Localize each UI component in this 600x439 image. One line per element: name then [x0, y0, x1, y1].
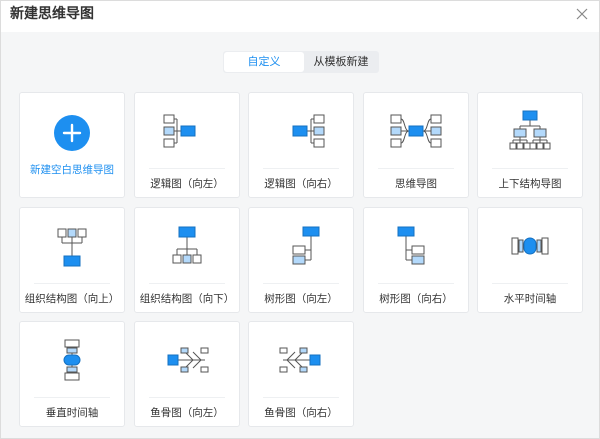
card-label: 逻辑图（向右） — [264, 178, 338, 190]
card-label: 组织结构图（向上） — [24, 293, 120, 305]
fishbone-left-icon — [167, 347, 209, 373]
horizontal-timeline-icon — [511, 237, 549, 255]
card-logic-left[interactable]: 逻辑图（向左） — [134, 92, 240, 198]
card-tree-left[interactable]: 树形图（向左） — [248, 207, 354, 313]
tree-left-icon — [292, 226, 320, 265]
card-label: 上下结构导图 — [498, 178, 562, 190]
plus-icon — [54, 115, 90, 151]
card-vertical-timeline[interactable]: 垂直时间轴 — [19, 321, 125, 427]
tab-from-template[interactable]: 从模板新建 — [304, 52, 378, 72]
updown-structure-icon — [509, 110, 551, 150]
card-updown-structure[interactable]: 上下结构导图 — [477, 92, 583, 198]
card-mindmap[interactable]: 思维导图 — [363, 92, 469, 198]
card-fishbone-left[interactable]: 鱼骨图（向左） — [134, 321, 240, 427]
card-logic-right[interactable]: 逻辑图（向右） — [248, 92, 354, 198]
org-chart-down-icon — [172, 226, 202, 264]
card-tree-right[interactable]: 树形图（向右） — [363, 207, 469, 313]
card-fishbone-right[interactable]: 鱼骨图（向右） — [248, 321, 354, 427]
close-icon[interactable] — [574, 6, 590, 22]
tab-custom[interactable]: 自定义 — [224, 52, 304, 72]
org-chart-up-icon — [57, 228, 87, 267]
tree-right-icon — [397, 226, 425, 265]
mindmap-icon — [390, 114, 442, 148]
card-label: 组织结构图（向下） — [139, 293, 235, 305]
card-label: 逻辑图（向左） — [150, 178, 224, 190]
card-label: 鱼骨图（向左） — [150, 407, 224, 419]
logic-right-icon — [292, 114, 325, 148]
card-label: 鱼骨图（向右） — [264, 407, 338, 419]
mode-tabs: 自定义 从模板新建 — [223, 51, 379, 73]
card-label: 树形图（向左） — [264, 293, 338, 305]
card-org-chart-down[interactable]: 组织结构图（向下） — [134, 207, 240, 313]
card-label: 树形图（向右） — [379, 293, 453, 305]
dialog-title: 新建思维导图 — [10, 6, 94, 22]
card-label: 思维导图 — [395, 178, 437, 190]
card-org-chart-up[interactable]: 组织结构图（向上） — [19, 207, 125, 313]
vertical-timeline-icon — [63, 339, 81, 381]
card-label: 新建空白思维导图 — [30, 164, 114, 176]
card-label: 垂直时间轴 — [45, 407, 99, 419]
card-horizontal-timeline[interactable]: 水平时间轴 — [477, 207, 583, 313]
fishbone-right-icon — [279, 347, 321, 373]
card-label: 水平时间轴 — [503, 293, 557, 305]
logic-left-icon — [163, 114, 196, 148]
dialog-header: 新建思维导图 — [1, 1, 599, 32]
card-new-blank[interactable]: 新建空白思维导图 — [19, 92, 125, 198]
new-mindmap-dialog: 新建思维导图 自定义 从模板新建 新建空白思维导图 逻辑图（向左） 逻辑图（向右… — [0, 0, 600, 439]
